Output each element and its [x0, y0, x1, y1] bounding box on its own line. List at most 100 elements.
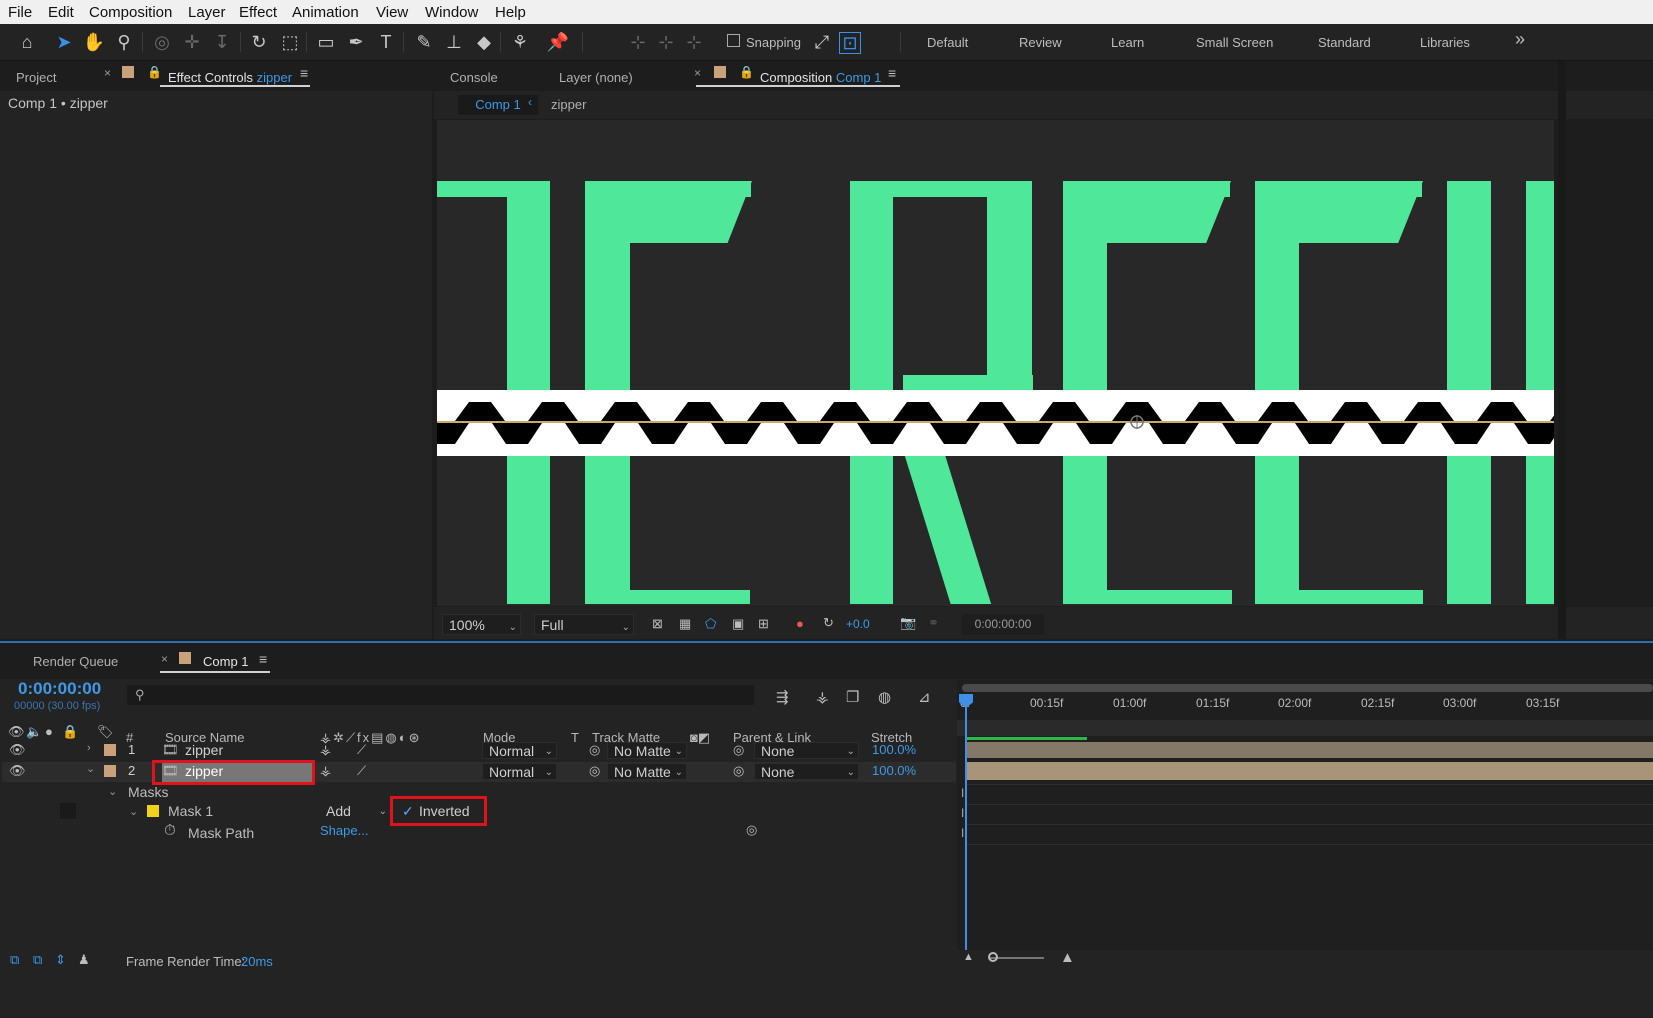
- composition-viewer[interactable]: [437, 120, 1554, 606]
- render-time-toggle-icon[interactable]: ♟: [78, 952, 90, 968]
- draft-3d-icon[interactable]: ⚶: [816, 688, 829, 706]
- menu-layer[interactable]: Layer: [188, 4, 226, 21]
- frame-blending-icon[interactable]: ◍: [878, 688, 891, 706]
- workspace-libraries[interactable]: Libraries: [1420, 35, 1470, 50]
- snapping-checkbox[interactable]: [727, 34, 740, 47]
- rectangle-tool-icon[interactable]: ▭: [314, 30, 338, 54]
- eraser-tool-icon[interactable]: ◆: [472, 30, 496, 54]
- mask-color-swatch[interactable]: [147, 805, 159, 817]
- shy-switch-icon[interactable]: ⚶: [320, 763, 331, 779]
- layer-name[interactable]: zipper: [185, 742, 223, 758]
- layer-bar-1[interactable]: [967, 742, 1653, 758]
- hand-tool-icon[interactable]: ✋: [82, 30, 106, 54]
- timeline-search-input[interactable]: ⚲: [127, 685, 754, 705]
- snap-points-icon[interactable]: ⊡: [839, 32, 861, 54]
- lock-icon[interactable]: 🔒: [147, 65, 162, 79]
- menu-animation[interactable]: Animation: [292, 4, 359, 21]
- stopwatch-icon[interactable]: ⏱: [164, 822, 176, 839]
- menu-edit[interactable]: Edit: [48, 4, 74, 21]
- composition-flowchart-icon[interactable]: ⇶: [776, 688, 789, 706]
- zoom-slider-handle[interactable]: [988, 952, 998, 962]
- hide-shy-layers-icon[interactable]: ❐: [846, 688, 859, 706]
- mask-mode-dropdown[interactable]: Add ⌄: [320, 803, 390, 820]
- work-area-bar[interactable]: [962, 684, 1653, 692]
- tab-composition[interactable]: Composition Comp 1: [760, 70, 881, 85]
- transparency-grid-icon[interactable]: ▦: [679, 616, 691, 632]
- color-channels-icon[interactable]: ●: [796, 616, 804, 631]
- zoom-out-icon[interactable]: ▲: [963, 951, 974, 963]
- chevron-down-icon[interactable]: ⌄: [129, 805, 138, 818]
- graph-editor-icon[interactable]: ⊿: [918, 688, 931, 706]
- rotate-tool-icon[interactable]: ↻: [247, 30, 271, 54]
- track-matte-dropdown[interactable]: No Matte ⌄: [607, 763, 687, 780]
- chevron-down-icon[interactable]: ⌄: [108, 785, 117, 798]
- workspace-learn[interactable]: Learn: [1111, 35, 1144, 50]
- panel-menu-icon[interactable]: ≡: [888, 65, 896, 81]
- type-tool-icon[interactable]: T: [374, 30, 398, 54]
- region-of-interest-icon[interactable]: ▣: [732, 616, 744, 632]
- chevron-right-icon[interactable]: ›: [87, 742, 91, 754]
- exposure-value[interactable]: +0.0: [846, 617, 870, 631]
- snapshot-icon[interactable]: 📷: [900, 615, 916, 631]
- workspace-small-screen[interactable]: Small Screen: [1196, 35, 1273, 50]
- transfer-controls-toggle-icon[interactable]: ⧉: [33, 952, 42, 968]
- show-snapshot-icon[interactable]: ⚭: [928, 615, 939, 631]
- zoom-dropdown[interactable]: 100% ⌄: [442, 614, 521, 635]
- menu-view[interactable]: View: [376, 4, 408, 21]
- quality-switch-icon[interactable]: ⟋: [357, 763, 366, 779]
- viewer-timecode[interactable]: 0:00:00:00: [962, 614, 1044, 635]
- world-axis-icon[interactable]: ⊹: [654, 30, 678, 54]
- shy-switch-icon[interactable]: ⚶: [320, 742, 331, 758]
- pan-camera-icon[interactable]: ✛: [180, 30, 204, 54]
- pen-tool-icon[interactable]: ✒: [344, 30, 368, 54]
- tab-project[interactable]: Project: [16, 70, 56, 85]
- home-icon[interactable]: ⌂: [15, 30, 39, 54]
- mode-dropdown[interactable]: Normal ⌄: [482, 742, 557, 759]
- eye-icon[interactable]: 👁: [9, 763, 26, 779]
- menu-window[interactable]: Window: [425, 4, 478, 21]
- stretch-value[interactable]: 100.0%: [872, 742, 916, 757]
- workspace-overflow-icon[interactable]: »: [1515, 29, 1525, 50]
- fast-preview-icon[interactable]: ⊠: [652, 616, 663, 632]
- tab-comp[interactable]: Comp 1: [203, 654, 249, 669]
- panel-menu-icon[interactable]: ≡: [259, 651, 267, 667]
- reset-exposure-icon[interactable]: ↻: [823, 615, 834, 631]
- current-time-display[interactable]: 0:00:00:00: [18, 679, 101, 699]
- flow-layer-button[interactable]: zipper: [551, 97, 586, 112]
- snap-edges-icon[interactable]: ⤢: [810, 30, 834, 54]
- workspace-review[interactable]: Review: [1019, 35, 1062, 50]
- pickwhip-icon[interactable]: ◎: [589, 763, 600, 779]
- mode-dropdown[interactable]: Normal ⌄: [482, 763, 557, 780]
- parent-dropdown[interactable]: None ⌄: [754, 742, 859, 759]
- parent-pickwhip-icon[interactable]: ◎: [733, 763, 744, 779]
- close-icon[interactable]: ×: [161, 652, 168, 666]
- selection-tool-icon[interactable]: ➤: [52, 30, 76, 54]
- layer-label-swatch[interactable]: [104, 765, 116, 777]
- mask-lock-box[interactable]: [60, 803, 76, 819]
- menu-effect[interactable]: Effect: [239, 4, 277, 21]
- close-icon[interactable]: ×: [104, 66, 111, 80]
- mask-name[interactable]: Mask 1: [168, 803, 213, 819]
- in-out-toggle-icon[interactable]: ⇕: [55, 952, 66, 968]
- panel-menu-icon[interactable]: ≡: [300, 65, 308, 81]
- local-axis-icon[interactable]: ⊹: [626, 30, 650, 54]
- puppet-pin-tool-icon[interactable]: 📌: [546, 30, 570, 54]
- menu-file[interactable]: File: [8, 4, 32, 21]
- resolution-dropdown[interactable]: Full ⌄: [534, 614, 634, 635]
- chevron-down-icon[interactable]: ⌄: [86, 762, 95, 775]
- layer-row-1[interactable]: 👁 › 1 🎞 zipper ⚶ ⟋ Normal ⌄ ◎ No Matte ⌄ ◎…: [2, 741, 956, 761]
- menu-help[interactable]: Help: [495, 4, 526, 21]
- tab-layer[interactable]: Layer (none): [559, 70, 633, 85]
- expression-pickwhip-icon[interactable]: ◎: [746, 822, 757, 838]
- clone-stamp-tool-icon[interactable]: ⊥: [442, 30, 466, 54]
- menu-composition[interactable]: Composition: [89, 4, 172, 21]
- quality-switch-icon[interactable]: ⟋: [357, 742, 366, 758]
- close-icon[interactable]: ×: [694, 66, 701, 80]
- brush-tool-icon[interactable]: ✎: [412, 30, 436, 54]
- layer-label-swatch[interactable]: [104, 744, 116, 756]
- tab-console[interactable]: Console: [450, 70, 498, 85]
- zoom-slider[interactable]: [990, 957, 1044, 959]
- tab-effect-controls[interactable]: Effect Controls zipper: [168, 70, 292, 85]
- flow-comp-button[interactable]: Comp 1: [458, 95, 538, 115]
- playhead[interactable]: [965, 696, 967, 950]
